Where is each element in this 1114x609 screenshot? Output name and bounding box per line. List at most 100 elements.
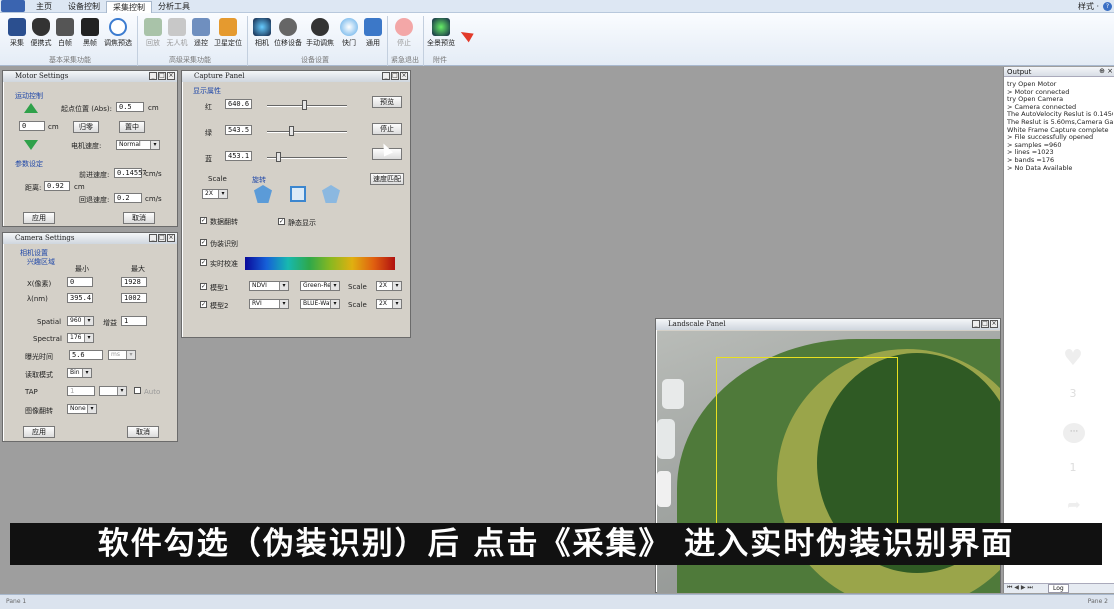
- stop-capture-button[interactable]: 停止: [372, 123, 402, 135]
- drone-button[interactable]: 无人机: [164, 16, 190, 52]
- stop-button[interactable]: 停止: [391, 16, 417, 52]
- x-max-input[interactable]: 1928: [121, 277, 147, 287]
- model2-checkbox[interactable]: ✓: [200, 301, 207, 308]
- green-slider[interactable]: [267, 131, 347, 133]
- maximize-icon[interactable]: □: [981, 320, 989, 328]
- spatial-select[interactable]: 960: [67, 316, 94, 326]
- capture-button[interactable]: 采集: [4, 16, 30, 52]
- start-position-input[interactable]: 0.5: [116, 102, 144, 112]
- static-display-checkbox[interactable]: ✓: [278, 218, 285, 225]
- help-icon[interactable]: ?: [1103, 2, 1112, 11]
- home-button[interactable]: 归零: [73, 121, 99, 133]
- maximize-icon[interactable]: □: [158, 234, 166, 242]
- blue-band-input[interactable]: 453.1: [225, 151, 252, 161]
- lambda-min-input[interactable]: 395.4: [67, 293, 93, 303]
- remote-button[interactable]: 遥控: [188, 16, 214, 52]
- close-icon[interactable]: ×: [400, 72, 408, 80]
- blue-slider-thumb[interactable]: [276, 152, 281, 162]
- tab-device-control[interactable]: 设备控制: [62, 1, 106, 13]
- distance-input[interactable]: 0.92: [44, 181, 70, 191]
- auto-checkbox[interactable]: [134, 387, 141, 394]
- model1-checkbox[interactable]: ✓: [200, 283, 207, 290]
- minimize-icon[interactable]: _: [972, 320, 980, 328]
- minimize-icon[interactable]: _: [149, 234, 157, 242]
- camera-settings-titlebar[interactable]: Camera Settings _ □ ×: [3, 233, 177, 244]
- maximize-icon[interactable]: □: [158, 72, 166, 80]
- image-flip-select[interactable]: None: [67, 404, 97, 414]
- close-icon[interactable]: ×: [1107, 67, 1113, 75]
- realtime-cal-checkbox[interactable]: ✓: [200, 259, 207, 266]
- red-band-input[interactable]: 640.6: [225, 99, 252, 109]
- red-slider-thumb[interactable]: [302, 100, 307, 110]
- center-button[interactable]: 置中: [119, 121, 145, 133]
- minimize-icon[interactable]: _: [149, 72, 157, 80]
- camera-settings-button[interactable]: 相机: [249, 16, 275, 52]
- red-slider[interactable]: [267, 105, 347, 107]
- model2-scale-select[interactable]: 2X: [376, 299, 402, 309]
- satellite-button[interactable]: 卫星定位: [212, 16, 244, 52]
- rotate-center-icon[interactable]: [290, 186, 306, 202]
- tap-select[interactable]: [99, 386, 127, 396]
- playback-button[interactable]: 回放: [140, 16, 166, 52]
- rotate-left-icon[interactable]: [254, 185, 272, 203]
- minimize-icon[interactable]: _: [382, 72, 390, 80]
- close-icon[interactable]: ×: [990, 320, 998, 328]
- maximize-icon[interactable]: □: [391, 72, 399, 80]
- speed-match-button[interactable]: 速度匹配: [370, 173, 404, 185]
- exposure-unit-select[interactable]: ms: [108, 350, 136, 360]
- shutter-button[interactable]: 快门: [336, 16, 362, 52]
- close-icon[interactable]: ×: [167, 234, 175, 242]
- camera-cancel-button[interactable]: 取消: [127, 426, 159, 438]
- x-min-input[interactable]: 0: [67, 277, 93, 287]
- gain-input[interactable]: 1: [121, 316, 147, 326]
- tab-home[interactable]: 主页: [30, 1, 58, 13]
- model1-scale-select[interactable]: 2X: [376, 281, 402, 291]
- camera-apply-button[interactable]: 应用: [23, 426, 55, 438]
- white-frame-button[interactable]: 白帧: [52, 16, 78, 52]
- portable-button[interactable]: 便携式: [28, 16, 54, 52]
- preview-button[interactable]: 预览: [372, 96, 402, 108]
- read-mode-select[interactable]: Bin: [67, 368, 92, 378]
- spectral-select[interactable]: 176: [67, 333, 94, 343]
- motor-cancel-button[interactable]: 取消: [123, 212, 155, 224]
- motor-speed-select[interactable]: Normal: [116, 140, 160, 150]
- nav-arrows-icon[interactable]: ⏮ ◀ ▶ ⏭: [1007, 584, 1033, 592]
- close-icon[interactable]: ×: [167, 72, 175, 80]
- lambda-max-input[interactable]: 1002: [121, 293, 147, 303]
- log-tab[interactable]: Log: [1048, 584, 1069, 593]
- green-slider-thumb[interactable]: [289, 126, 294, 136]
- tab-analysis-tools[interactable]: 分析工具: [152, 1, 196, 13]
- arrow-up-icon[interactable]: [24, 103, 38, 113]
- forward-speed-input[interactable]: 0.14557: [114, 168, 147, 178]
- black-frame-button[interactable]: 黑帧: [77, 16, 103, 52]
- capture-panel-titlebar[interactable]: Capture Panel _ □ ×: [182, 71, 410, 82]
- tap-input[interactable]: 1: [67, 386, 95, 396]
- scale-select[interactable]: 2X: [202, 189, 228, 199]
- heart-icon[interactable]: ♥: [1062, 348, 1084, 370]
- exposure-input[interactable]: 5.6: [69, 350, 103, 360]
- general-settings-button[interactable]: 通用: [360, 16, 386, 52]
- green-band-input[interactable]: 543.5: [225, 125, 252, 135]
- motor-apply-button[interactable]: 应用: [23, 212, 55, 224]
- back-speed-input[interactable]: 0.2: [114, 193, 142, 203]
- camo-detect-checkbox[interactable]: ✓: [200, 239, 207, 246]
- model1-select[interactable]: NDVI: [249, 281, 289, 291]
- rotate-right-icon[interactable]: [322, 185, 340, 203]
- panorama-preview-button[interactable]: 全景预览: [425, 16, 457, 52]
- style-menu[interactable]: 样式 ·: [1072, 1, 1105, 13]
- model2-select[interactable]: RVI: [249, 299, 289, 309]
- model1-colormap-select[interactable]: Green-Re: [300, 281, 340, 291]
- model2-colormap-select[interactable]: BLUE-Wav: [300, 299, 340, 309]
- position-input[interactable]: 0: [19, 121, 45, 131]
- motor-settings-titlebar[interactable]: Motor Settings _ □ ×: [3, 71, 177, 82]
- landscale-panel-titlebar[interactable]: Landscale Panel _ □ ×: [656, 319, 1000, 330]
- manual-focus-button[interactable]: 手动调焦: [304, 16, 336, 52]
- share-icon[interactable]: ➦: [1064, 497, 1084, 513]
- comment-icon[interactable]: ···: [1063, 423, 1085, 443]
- motion-device-button[interactable]: 位移设备: [273, 16, 303, 52]
- arrow-down-icon[interactable]: [24, 140, 38, 150]
- app-menu-button[interactable]: [1, 0, 25, 12]
- pin-icon[interactable]: ⊕: [1099, 67, 1105, 75]
- data-flip-checkbox[interactable]: ✓: [200, 217, 207, 224]
- focus-preview-button[interactable]: 调焦预选: [103, 16, 133, 52]
